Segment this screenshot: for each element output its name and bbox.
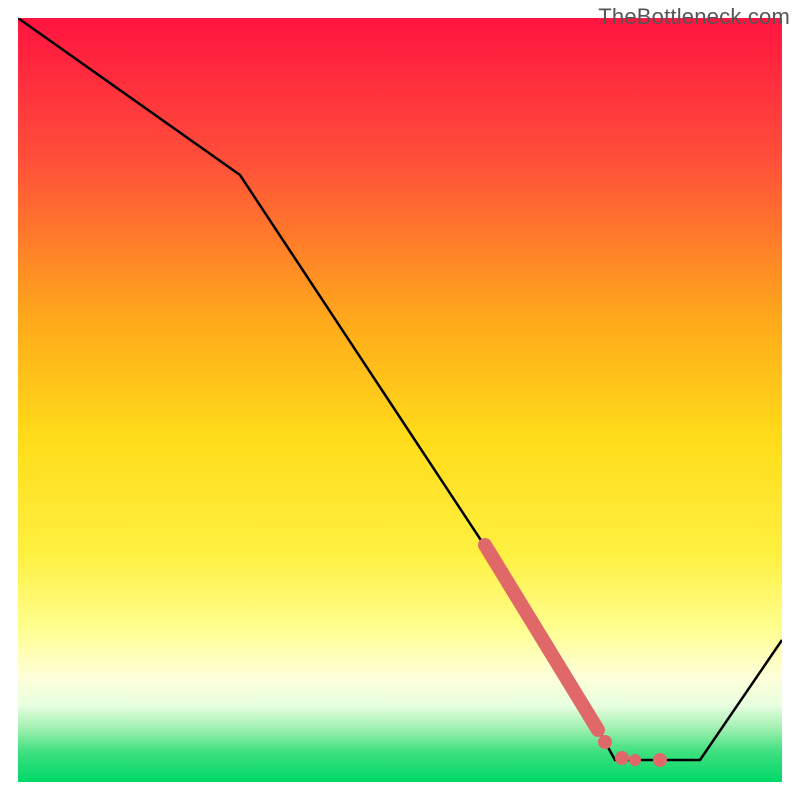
data-point xyxy=(615,751,629,765)
data-point xyxy=(598,735,612,749)
chart-container: TheBottleneck.com xyxy=(0,0,800,800)
bottleneck-chart xyxy=(0,0,800,800)
plot-background xyxy=(18,18,782,782)
watermark-text: TheBottleneck.com xyxy=(598,4,790,30)
data-point xyxy=(653,753,667,767)
data-point xyxy=(629,754,641,766)
